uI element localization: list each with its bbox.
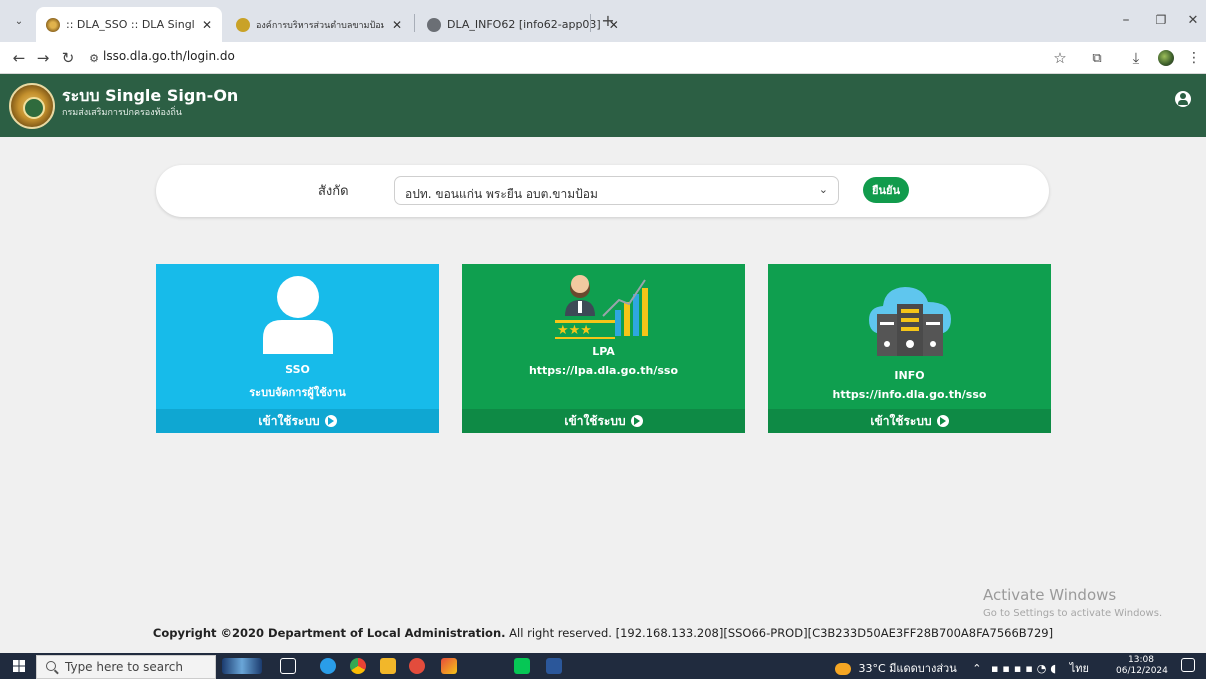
search-highlight-icon (222, 658, 262, 674)
dla-favicon-icon (46, 17, 60, 32)
sso-card[interactable]: SSO ระบบจัดการผู้ใช้งาน เข้าใช้ระบบ (156, 264, 439, 433)
tab-divider (414, 14, 415, 32)
login-label: เข้าใช้ระบบ (870, 413, 932, 428)
reload-icon[interactable]: ↻ (57, 47, 79, 69)
download-icon[interactable]: ⤓ (1125, 47, 1147, 69)
bookmark-star-icon[interactable]: ☆ (1049, 47, 1071, 69)
windows-start-icon[interactable] (13, 660, 25, 672)
clock-time: 13:08 (1128, 655, 1154, 665)
address-bar[interactable]: lsso.dla.go.th/login.do (103, 49, 235, 63)
card-title: SSO (285, 363, 310, 376)
browser-toolbar: ← → ↻ ⚙ lsso.dla.go.th/login.do ☆ ⧉ ⤓ ⋮ (0, 42, 1206, 74)
cloud-server-icon (869, 287, 951, 356)
restore-icon[interactable]: ❐ (1150, 9, 1172, 31)
paint-app-icon[interactable] (441, 658, 457, 674)
copyright-footer: Copyright ©2020 Department of Local Admi… (0, 626, 1206, 640)
browser-tab-abt[interactable]: องค์การบริหารส่วนตำบลขามป้อม (อ ✕ (226, 7, 412, 42)
page-subtitle: กรมส่งเสริมการปกครองท้องถิ่น (62, 108, 182, 118)
tab-search-chevron-icon[interactable]: ⌄ (8, 10, 30, 32)
arrow-circle-right-icon (630, 415, 643, 427)
lpa-card[interactable]: ★★★ LPA https://lpa.dla.go.th/sso เข้าใช… (462, 264, 745, 433)
tab-label: :: DLA_SSO :: DLA Single Sign-o (66, 18, 194, 31)
card-title: INFO (894, 369, 925, 382)
affiliation-filter-bar: สังกัด อปท. ขอนแก่น พระยืน อบต.ขามป้อม ⌄… (156, 165, 1049, 217)
confirm-button[interactable]: ยืนยัน (863, 177, 909, 203)
info-login-button[interactable]: เข้าใช้ระบบ (768, 409, 1051, 433)
browser-tab-strip: ⌄ :: DLA_SSO :: DLA Single Sign-o ✕ องค์… (0, 0, 1206, 42)
word-app-icon[interactable] (546, 658, 562, 674)
browser-tab-info62[interactable]: DLA_INFO62 [info62-app03] ✕ (417, 7, 619, 42)
app-header: ระบบ Single Sign-On กรมส่งเสริมการปกครอง… (0, 74, 1206, 137)
tray-icons[interactable]: ▪▪▪▪◔◖ (991, 662, 1060, 675)
browser-tab-sso[interactable]: :: DLA_SSO :: DLA Single Sign-o ✕ (36, 7, 222, 42)
info-card[interactable]: INFO https://info.dla.go.th/sso เข้าใช้ร… (768, 264, 1051, 433)
profile-avatar[interactable] (1155, 47, 1177, 69)
user-account-icon[interactable] (1175, 91, 1191, 107)
task-view-icon[interactable] (280, 658, 296, 674)
affiliation-label: สังกัด (318, 184, 349, 199)
card-subtitle: ระบบจัดการผู้ใช้งาน (249, 386, 346, 399)
tab-label: DLA_INFO62 [info62-app03] (447, 18, 601, 31)
file-explorer-icon[interactable] (380, 658, 396, 674)
abt-favicon-icon (236, 17, 250, 32)
new-tab-button[interactable]: + (597, 9, 619, 31)
card-subtitle: https://info.dla.go.th/sso (832, 388, 987, 401)
taskbar-search-input[interactable]: Type here to search (36, 655, 216, 679)
card-title: LPA (592, 345, 615, 358)
extensions-icon[interactable]: ⧉ (1086, 47, 1108, 69)
forward-arrow-icon[interactable]: → (32, 47, 54, 69)
tray-chevron-icon[interactable]: ⌃ (972, 662, 981, 675)
lpa-login-button[interactable]: เข้าใช้ระบบ (462, 409, 745, 433)
line-app-icon[interactable] (514, 658, 530, 674)
close-tab-icon[interactable]: ✕ (384, 18, 402, 32)
chrome-browser-icon[interactable] (350, 658, 366, 674)
tab-label: องค์การบริหารส่วนตำบลขามป้อม (อ (256, 20, 384, 31)
back-arrow-icon[interactable]: ← (8, 47, 30, 69)
notification-icon[interactable] (1181, 658, 1195, 672)
chevron-down-icon: ⌄ (818, 183, 828, 196)
taskbar-clock[interactable]: 13:08 06/12/2024 (1116, 655, 1168, 677)
browser-menu-icon[interactable]: ⋮ (1183, 47, 1205, 69)
edge-browser-icon[interactable] (320, 658, 336, 674)
weather-icon[interactable] (835, 663, 851, 675)
performance-chart-icon: ★★★ (555, 275, 648, 339)
globe-favicon-icon (427, 17, 441, 32)
affiliation-selected-value: อปท. ขอนแก่น พระยืน อบต.ขามป้อม (405, 187, 598, 201)
sso-login-button[interactable]: เข้าใช้ระบบ (156, 409, 439, 433)
activation-watermark-subtitle: Go to Settings to activate Windows. (983, 608, 1163, 619)
weather-text[interactable]: 33°C มีแดดบางส่วน (859, 662, 957, 675)
login-label: เข้าใช้ระบบ (564, 413, 626, 428)
site-info-icon[interactable]: ⚙ (83, 47, 105, 69)
close-tab-icon[interactable]: ✕ (194, 18, 212, 32)
tab-divider (590, 14, 591, 32)
login-label: เข้าใช้ระบบ (258, 413, 320, 428)
system-tray: 33°C มีแดดบางส่วน ⌃ ▪▪▪▪◔◖ ไทย (835, 659, 1089, 677)
minimize-icon[interactable]: – (1115, 9, 1137, 31)
affiliation-select[interactable]: อปท. ขอนแก่น พระยืน อบต.ขามป้อม ⌄ (394, 176, 839, 205)
dla-logo (9, 83, 55, 129)
copyright-text: All right reserved. [192.168.133.208][SS… (509, 626, 1054, 640)
language-indicator[interactable]: ไทย (1070, 662, 1089, 675)
arrow-circle-right-icon (324, 415, 337, 427)
window-close-icon[interactable]: ✕ (1182, 9, 1204, 31)
windows-taskbar: Type here to search 33°C มีแดดบางส่วน ⌃ … (0, 653, 1206, 679)
copyright-strong: Copyright ©2020 Department of Local Admi… (152, 626, 506, 640)
search-icon (46, 661, 56, 671)
activation-watermark-title: Activate Windows (983, 586, 1117, 604)
clock-date: 06/12/2024 (1116, 666, 1168, 676)
search-placeholder: Type here to search (65, 660, 183, 674)
card-subtitle: https://lpa.dla.go.th/sso (528, 364, 679, 377)
user-icon (263, 276, 333, 354)
svg-text:★★★: ★★★ (557, 323, 592, 338)
app-taskbar-icon[interactable] (409, 658, 425, 674)
arrow-circle-right-icon (936, 415, 949, 427)
